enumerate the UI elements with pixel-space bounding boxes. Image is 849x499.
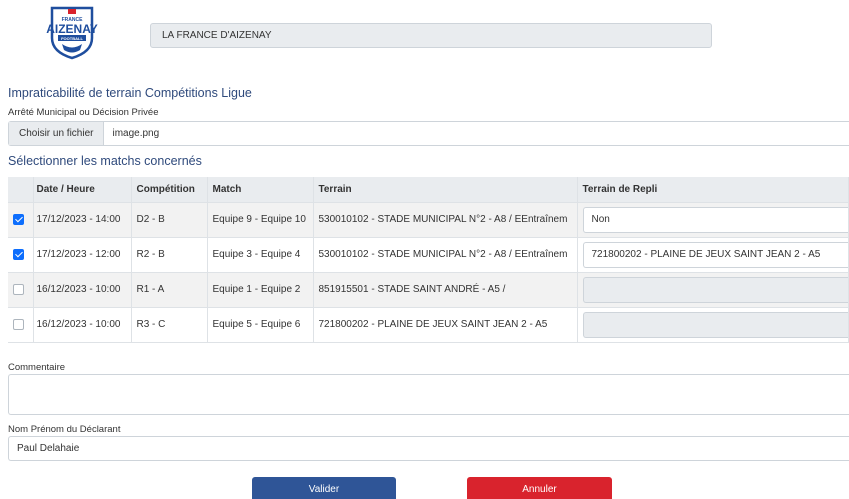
table-row: 16/12/2023 - 10:00 R3 - C Equipe 5 - Equ… [8, 307, 849, 343]
club-name-field: LA FRANCE D'AIZENAY [150, 23, 712, 48]
terrain-repli-select[interactable]: Non [582, 206, 848, 233]
cell-terrain: 530010102 - STADE MUNICIPAL N°2 - A8 / E… [313, 237, 578, 273]
cell-competition: R3 - C [131, 307, 208, 343]
cell-competition: R1 - A [131, 272, 208, 308]
cell-match: Equipe 5 - Equipe 6 [207, 307, 314, 343]
file-name: image.png [112, 128, 160, 139]
row-checkbox[interactable] [13, 248, 24, 260]
terrain-repli-select[interactable]: 721800202 - PLAINE DE JEUX SAINT JEAN 2 … [582, 241, 848, 268]
table-row: 17/12/2023 - 14:00 D2 - B Equipe 9 - Equ… [8, 202, 849, 238]
logo-text-main: AIZENAY [46, 22, 98, 36]
cell-date: 16/12/2023 - 10:00 [33, 307, 132, 343]
choose-file-button[interactable]: Choisir un fichier [9, 122, 105, 145]
cancel-button[interactable]: Annuler [467, 477, 612, 499]
cell-match: Equipe 1 - Equipe 2 [207, 272, 314, 308]
comment-label: Commentaire [8, 362, 66, 373]
header-select [8, 177, 34, 203]
form-title: Impraticabilité de terrain Compétitions … [8, 86, 252, 100]
header-competition: Compétition [131, 177, 208, 203]
header-match: Match [207, 177, 314, 203]
matches-title: Sélectionner les matchs concernés [8, 154, 202, 168]
cell-terrain: 530010102 - STADE MUNICIPAL N°2 - A8 / E… [313, 202, 578, 238]
cell-date: 17/12/2023 - 12:00 [33, 237, 132, 273]
cell-terrain: 851915501 - STADE SAINT ANDRÉ - A5 / [313, 272, 578, 308]
cell-match: Equipe 9 - Equipe 10 [207, 202, 314, 238]
cell-date: 17/12/2023 - 14:00 [33, 202, 132, 238]
cell-competition: R2 - B [131, 237, 208, 273]
terrain-repli-select [582, 276, 848, 303]
cell-competition: D2 - B [131, 202, 208, 238]
row-checkbox[interactable] [13, 283, 24, 295]
file-input[interactable]: Choisir un fichier image.png [8, 121, 849, 146]
row-checkbox[interactable] [13, 318, 24, 330]
cell-match: Equipe 3 - Equipe 4 [207, 237, 314, 273]
terrain-repli-select [582, 311, 848, 338]
header-terrain: Terrain [313, 177, 578, 203]
submit-button[interactable]: Valider [252, 477, 396, 499]
header-date: Date / Heure [33, 177, 132, 203]
matches-table: Date / Heure Compétition Match Terrain T… [8, 177, 849, 343]
logo-text-bottom: FOOTBALL [61, 36, 83, 41]
file-label: Arrêté Municipal ou Décision Privée [8, 107, 159, 118]
comment-textarea[interactable] [8, 374, 849, 415]
declarant-label: Nom Prénom du Déclarant [8, 424, 121, 435]
club-logo: FRANCE AIZENAY FOOTBALL [46, 6, 98, 60]
table-row: 17/12/2023 - 12:00 R2 - B Equipe 3 - Equ… [8, 237, 849, 273]
header-terrain-repli: Terrain de Repli [577, 177, 849, 203]
declarant-input[interactable]: Paul Delahaie [8, 436, 849, 461]
cell-date: 16/12/2023 - 10:00 [33, 272, 132, 308]
row-checkbox[interactable] [13, 213, 24, 225]
table-header-row: Date / Heure Compétition Match Terrain T… [8, 177, 849, 203]
cell-terrain: 721800202 - PLAINE DE JEUX SAINT JEAN 2 … [313, 307, 578, 343]
table-row: 16/12/2023 - 10:00 R1 - A Equipe 1 - Equ… [8, 272, 849, 308]
